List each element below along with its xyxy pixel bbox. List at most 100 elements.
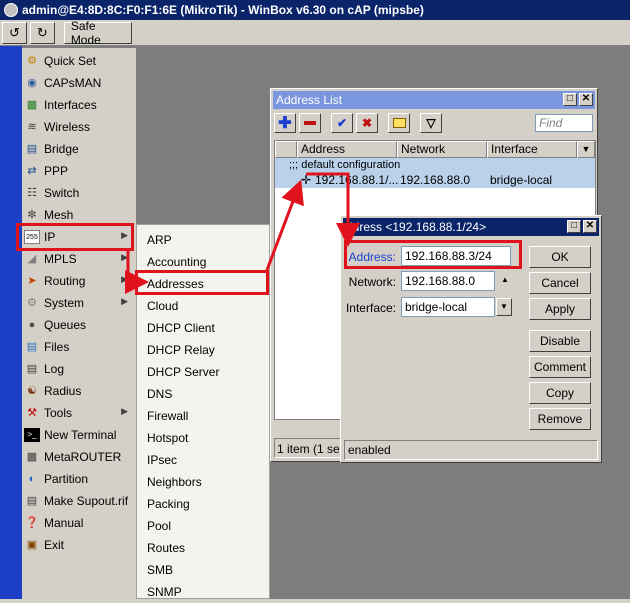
menu-item-manual[interactable]: ❓ Manual	[22, 512, 136, 534]
address-entry-icon: ✛	[301, 173, 312, 187]
submenu-item-packing[interactable]: Packing	[137, 493, 269, 515]
cell-interface: bridge-local	[490, 173, 553, 187]
menu-item-label: MPLS	[44, 252, 77, 266]
add-button[interactable]: ✚	[274, 113, 296, 133]
filter-icon: ▽	[426, 116, 436, 130]
log-icon: ▤	[26, 363, 38, 375]
menu-item-queues[interactable]: ● Queues	[22, 314, 136, 336]
menu-item-exit[interactable]: ▣ Exit	[22, 534, 136, 556]
submenu-item-dns[interactable]: DNS	[137, 383, 269, 405]
menu-item-label: CAPsMAN	[44, 76, 102, 90]
disable-button[interactable]: ✖	[356, 113, 378, 133]
submenu-item-addresses[interactable]: Addresses	[137, 273, 269, 295]
interface-dropdown-button[interactable]: ▼	[496, 298, 512, 316]
submenu-item-arp[interactable]: ARP	[137, 229, 269, 251]
network-label: Network:	[348, 275, 396, 289]
menu-item-mpls[interactable]: ◢ MPLS ▶	[22, 248, 136, 270]
main-menu: ⚙ Quick Set ◉ CAPsMAN ▩ Interfaces ≋ Wireles…	[22, 48, 136, 599]
supout-icon: ▤	[26, 495, 38, 507]
maximize-button[interactable]: □	[567, 220, 581, 233]
ok-button[interactable]: OK	[529, 246, 591, 268]
apply-button[interactable]: Apply	[529, 298, 591, 320]
partition-icon: ◐	[28, 473, 36, 485]
menu-item-switch[interactable]: ☷ Switch	[22, 182, 136, 204]
submenu-item-smb[interactable]: SMB	[137, 559, 269, 581]
submenu-item-firewall[interactable]: Firewall	[137, 405, 269, 427]
submenu-item-dhcp-server[interactable]: DHCP Server	[137, 361, 269, 383]
menu-item-log[interactable]: ▤ Log	[22, 358, 136, 380]
menu-item-label: Partition	[44, 472, 89, 486]
cancel-button[interactable]: Cancel	[529, 272, 591, 294]
enable-button[interactable]: ✔	[331, 113, 353, 133]
submenu-item-neighbors[interactable]: Neighbors	[137, 471, 269, 493]
maximize-button[interactable]: □	[563, 93, 577, 106]
table-header-blank	[275, 141, 297, 158]
close-button[interactable]: ✕	[583, 220, 597, 233]
menu-item-new-terminal[interactable]: >_ New Terminal	[22, 424, 136, 446]
close-button[interactable]: ✕	[579, 93, 593, 106]
window-title: admin@E4:8D:8C:F0:F1:6E (MikroTik) - Win…	[22, 3, 424, 17]
copy-button[interactable]: Copy	[529, 382, 591, 404]
menu-item-label: System	[44, 296, 85, 310]
remove-button[interactable]	[299, 113, 321, 133]
submenu-item-dhcp-relay[interactable]: DHCP Relay	[137, 339, 269, 361]
menu-item-system[interactable]: ⚙ System ▶	[22, 292, 136, 314]
table-row[interactable]: ✛ 192.168.88.1/... 192.168.88.0 bridge-l…	[275, 172, 595, 188]
remove-button[interactable]: Remove	[529, 408, 591, 430]
network-field[interactable]: 192.168.88.0	[401, 271, 495, 291]
menu-item-tools[interactable]: ⚒ Tools ▶	[22, 402, 136, 424]
menu-item-quick-set[interactable]: ⚙ Quick Set	[22, 50, 136, 72]
columns-dropdown[interactable]: ▼	[577, 141, 595, 158]
submenu-item-ipsec[interactable]: IPsec	[137, 449, 269, 471]
submenu-item-dhcp-client[interactable]: DHCP Client	[137, 317, 269, 339]
comment-row[interactable]: ;;; default configuration	[275, 158, 595, 172]
mpls-icon: ◢	[27, 253, 37, 265]
submenu-item-pool[interactable]: Pool	[137, 515, 269, 537]
find-input[interactable]: Find	[535, 114, 593, 132]
menu-item-radius[interactable]: ☯ Radius	[22, 380, 136, 402]
metarouter-icon: ▩	[26, 451, 38, 463]
menu-item-make-supout[interactable]: ▤ Make Supout.rif	[22, 490, 136, 512]
menu-item-routing[interactable]: ➤ Routing ▶	[22, 270, 136, 292]
menu-item-label: Make Supout.rif	[44, 494, 129, 508]
menu-item-interfaces[interactable]: ▩ Interfaces	[22, 94, 136, 116]
column-interface[interactable]: Interface	[487, 141, 577, 158]
menu-item-ppp[interactable]: ⇄ PPP	[22, 160, 136, 182]
submenu-item-cloud[interactable]: Cloud	[137, 295, 269, 317]
comment-button[interactable]: Comment	[529, 356, 591, 378]
cell-network: 192.168.88.0	[400, 173, 471, 187]
menu-item-files[interactable]: ▤ Files	[22, 336, 136, 358]
column-network[interactable]: Network	[397, 141, 487, 158]
menu-item-label: PPP	[44, 164, 69, 178]
menu-item-label: Mesh	[44, 208, 74, 222]
submenu-item-hotspot[interactable]: Hotspot	[137, 427, 269, 449]
menu-item-partition[interactable]: ◐ Partition	[22, 468, 136, 490]
address-edit-title: ddress <192.168.88.1/24>	[346, 220, 487, 234]
menu-item-metarouter[interactable]: ▩ MetaROUTER	[22, 446, 136, 468]
disable-button[interactable]: Disable	[529, 330, 591, 352]
menu-item-label: Wireless	[44, 120, 91, 134]
network-toggle[interactable]: ▲	[497, 272, 513, 290]
manual-icon: ❓	[25, 517, 39, 529]
menu-item-label: Switch	[44, 186, 80, 200]
menu-item-capsman[interactable]: ◉ CAPsMAN	[22, 72, 136, 94]
submenu-item-snmp[interactable]: SNMP	[137, 581, 269, 603]
menu-item-ip[interactable]: 255 IP ▶	[22, 226, 136, 248]
safe-mode-button[interactable]: Safe Mode	[63, 19, 132, 47]
submenu-item-accounting[interactable]: Accounting	[137, 251, 269, 273]
interface-select[interactable]: bridge-local	[401, 297, 495, 317]
redo-button[interactable]: ↻	[29, 21, 55, 44]
menu-item-mesh[interactable]: ✼ Mesh	[22, 204, 136, 226]
filter-button[interactable]: ▽	[420, 113, 442, 133]
column-address[interactable]: Address	[297, 141, 397, 158]
comment-button[interactable]	[388, 113, 410, 133]
menu-item-bridge[interactable]: ▤ Bridge	[22, 138, 136, 160]
submenu-arrow-icon: ▶	[121, 296, 128, 306]
submenu-item-routes[interactable]: Routes	[137, 537, 269, 559]
menu-item-label: Radius	[44, 384, 82, 398]
address-field[interactable]: 192.168.88.3/24	[401, 246, 511, 266]
undo-button[interactable]: ↺	[2, 21, 27, 44]
plus-icon: ✚	[278, 115, 292, 132]
terminal-icon: >_	[24, 428, 40, 442]
menu-item-wireless[interactable]: ≋ Wireless	[22, 116, 136, 138]
